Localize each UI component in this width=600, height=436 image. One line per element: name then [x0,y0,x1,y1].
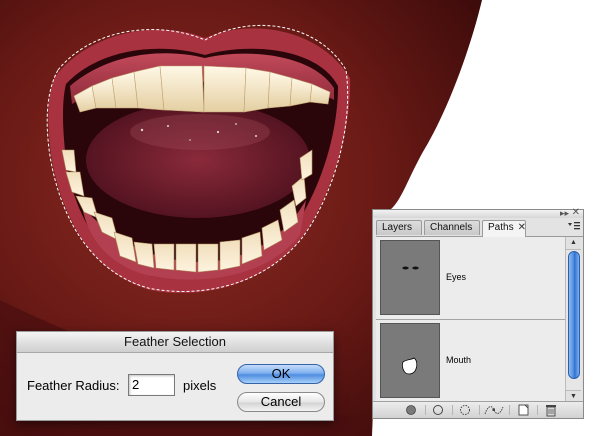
path-row-mouth[interactable]: Mouth [376,320,565,403]
path-label: Mouth [446,355,472,365]
new-path-glyph [518,404,529,416]
panel-footer [373,401,583,418]
panel-titlebar[interactable]: ▸▸ ✕ [373,208,583,218]
trash-glyph [546,405,556,417]
fill-path-icon[interactable] [401,403,421,417]
paths-list: Eyes Mouth [376,237,565,403]
collapse-panel-icon[interactable]: ▸▸ [560,208,569,218]
scroll-up-arrow-icon[interactable]: ▲ [566,237,581,250]
tab-paths[interactable]: Paths ✕ [482,220,526,237]
tab-label: Paths [488,222,514,233]
eyes-path-preview [402,266,419,270]
footer-divider [479,405,480,415]
fill-path-glyph [406,405,416,415]
footer-divider [452,405,453,415]
delete-path-icon[interactable] [541,403,561,417]
panel-menu-icon[interactable] [567,221,581,233]
tab-layers[interactable]: Layers [376,220,422,235]
panel-scrollbar[interactable]: ▲ ▼ [565,237,581,403]
path-label: Eyes [446,272,467,282]
close-tab-icon[interactable]: ✕ [518,222,526,233]
ok-button[interactable]: OK [237,364,325,384]
footer-divider [537,405,538,415]
mouth-path-preview [401,357,418,375]
unit-label: pixels [183,378,217,393]
panel-tabs: Layers Channels Paths ✕ [376,218,583,237]
scroll-thumb[interactable] [568,251,580,379]
work-path-glyph [484,406,504,415]
feather-radius-input[interactable]: 2 [128,374,175,396]
selection-glyph [460,405,470,415]
path-thumbnail [380,240,440,315]
stroke-path-icon[interactable] [428,403,448,417]
make-work-path-icon[interactable] [483,403,504,417]
path-thumbnail [380,323,440,398]
tab-channels[interactable]: Channels [424,220,480,235]
dialog-title[interactable]: Feather Selection [17,332,333,353]
footer-divider [425,405,426,415]
panel-menu-glyph [568,222,580,230]
feather-radius-label: Feather Radius: [27,378,120,393]
stroke-path-glyph [433,405,443,415]
paths-panel: ▸▸ ✕ Layers Channels Paths ✕ Eyes Mouth … [372,208,584,419]
tab-label: Layers [382,222,413,233]
path-row-eyes[interactable]: Eyes [376,237,565,320]
close-panel-icon[interactable]: ✕ [572,208,580,218]
create-new-path-icon[interactable] [513,403,533,417]
footer-divider [509,405,510,415]
cancel-button[interactable]: Cancel [237,392,325,412]
tab-label: Channels [430,222,473,233]
load-path-as-selection-icon[interactable] [455,403,475,417]
feather-selection-dialog: Feather Selection Feather Radius: 2 pixe… [16,331,334,421]
